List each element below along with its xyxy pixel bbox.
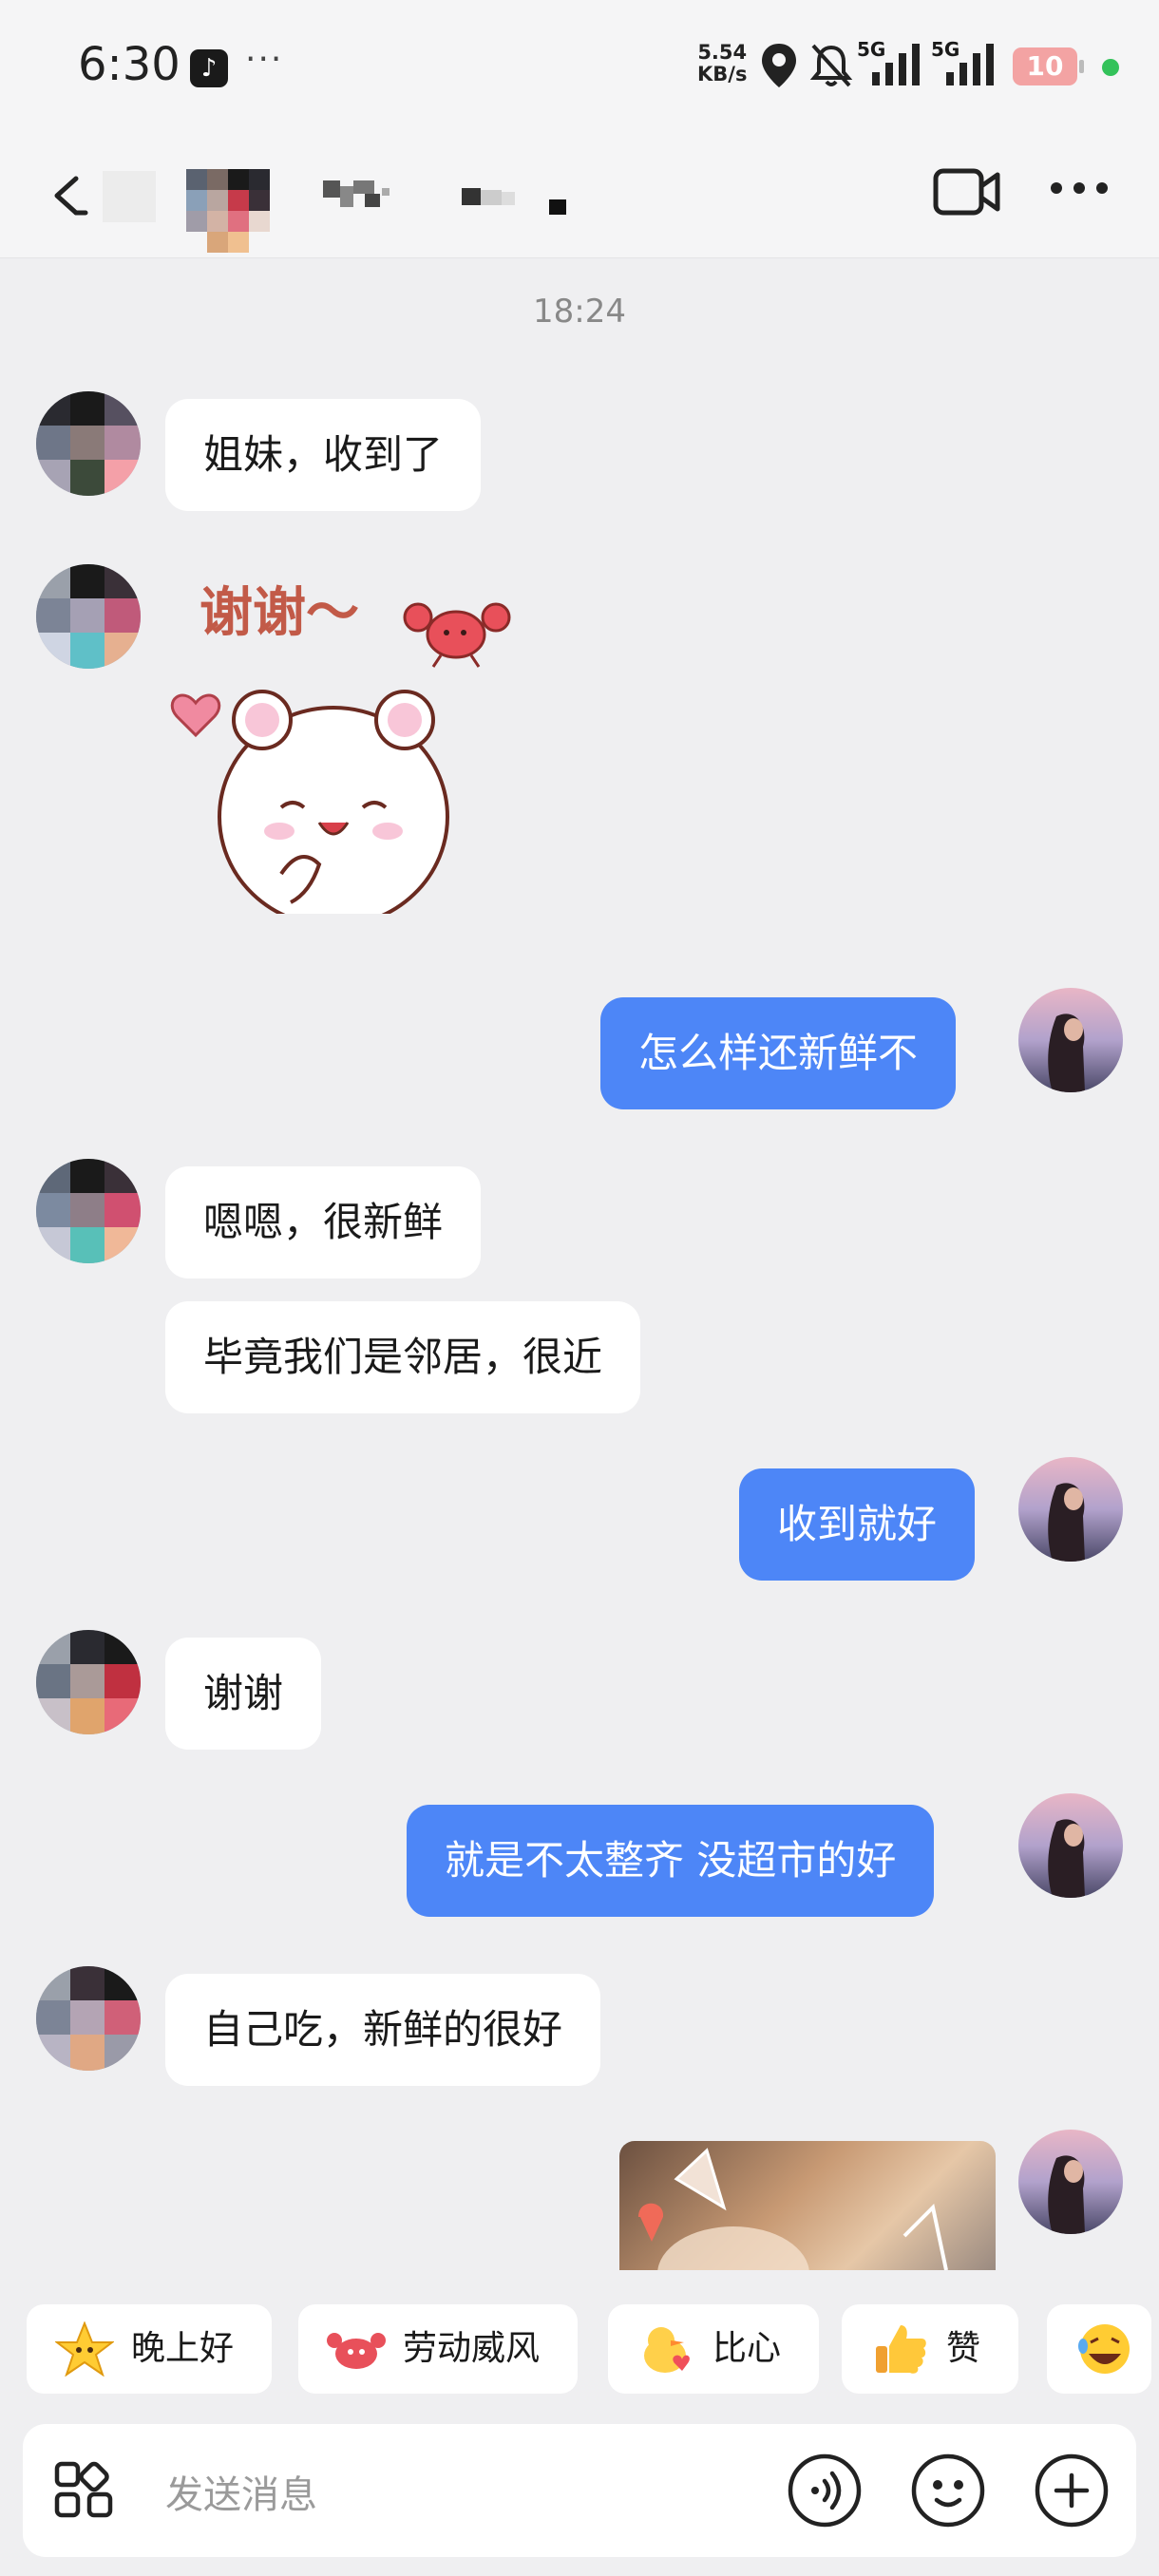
- message-input[interactable]: 发送消息: [165, 2464, 317, 2519]
- battery-level: 10: [1026, 50, 1064, 82]
- bell-muted-icon: [809, 44, 853, 87]
- more-icon[interactable]: [1049, 177, 1110, 199]
- signal-icon: [946, 44, 994, 85]
- duck-emoji-icon: [644, 2327, 690, 2373]
- my-avatar[interactable]: [1018, 2130, 1123, 2234]
- net-speed-value: 5.54: [697, 41, 748, 64]
- sender-avatar[interactable]: [36, 391, 141, 496]
- signal-icon: [872, 44, 920, 85]
- back-icon[interactable]: [48, 169, 91, 222]
- apps-icon[interactable]: [51, 2456, 120, 2525]
- sender-avatar[interactable]: [36, 1159, 141, 1263]
- message-bubble-outgoing[interactable]: 收到就好: [739, 1468, 976, 1581]
- bear-sticker-icon: [170, 602, 511, 931]
- quick-reply-label: 比心: [712, 2329, 782, 2368]
- quick-reply-chip[interactable]: 赞: [842, 2304, 1019, 2394]
- sender-avatar[interactable]: [36, 564, 141, 669]
- sticker-message[interactable]: 谢谢～: [167, 560, 557, 931]
- voice-icon[interactable]: [787, 2453, 863, 2529]
- image-message[interactable]: [619, 2141, 996, 2270]
- emoji-icon[interactable]: [910, 2453, 986, 2529]
- quick-reply-chip[interactable]: 比心: [608, 2304, 820, 2394]
- my-avatar[interactable]: [1018, 988, 1123, 1092]
- my-avatar[interactable]: [1018, 1793, 1123, 1898]
- message-list[interactable]: 18:24 姐妹，收到了 谢谢～ 怎么样还新鲜不 嗯嗯，很新鲜 毕竟我们是邻居，…: [0, 258, 1159, 2272]
- laughing-emoji-icon: [1078, 2324, 1130, 2374]
- plus-icon[interactable]: [1034, 2453, 1110, 2529]
- star-emoji-icon: [55, 2321, 114, 2377]
- crab-emoji-icon: [327, 2333, 386, 2369]
- message-timestamp: 18:24: [533, 293, 626, 331]
- sender-avatar[interactable]: [36, 1630, 141, 1734]
- cat-photo-icon: [638, 2148, 948, 2270]
- message-bubble-incoming[interactable]: 嗯嗯，很新鲜: [165, 1166, 482, 1279]
- net-speed: 5.54 KB/s: [697, 42, 747, 85]
- quick-reply-label: 劳动威风: [403, 2329, 541, 2368]
- message-bubble-incoming[interactable]: 谢谢: [165, 1638, 322, 1750]
- tiktok-icon: ♪: [190, 49, 228, 87]
- status-overflow: ···: [245, 40, 284, 79]
- battery-icon: 10: [1013, 47, 1084, 85]
- quick-reply-chip[interactable]: [1047, 2304, 1151, 2394]
- message-bubble-incoming[interactable]: 姐妹，收到了: [165, 399, 482, 511]
- quick-reply-chip[interactable]: 晚上好: [27, 2304, 273, 2394]
- unread-count-blurred: [103, 171, 156, 222]
- chat-header: [0, 133, 1159, 258]
- video-call-icon[interactable]: [933, 165, 1001, 220]
- message-bubble-outgoing[interactable]: 怎么样还新鲜不: [600, 997, 957, 1109]
- privacy-indicator: [1102, 59, 1119, 76]
- sender-avatar[interactable]: [36, 1966, 141, 2071]
- status-time: 6:30: [78, 38, 180, 91]
- thumbs-up-emoji-icon: [876, 2325, 926, 2374]
- message-composer: 发送消息: [23, 2424, 1136, 2557]
- contact-name-blurred: [323, 180, 566, 215]
- status-bar: 6:30 ♪ ··· 5.54 KB/s 5G 5G 10: [0, 0, 1159, 133]
- quick-reply-label: 晚上好: [131, 2329, 235, 2368]
- quick-reply-chip[interactable]: 劳动威风: [298, 2304, 579, 2394]
- my-avatar[interactable]: [1018, 1457, 1123, 1562]
- message-bubble-incoming[interactable]: 自己吃，新鲜的很好: [165, 1974, 601, 2086]
- message-bubble-outgoing[interactable]: 就是不太整齐 没超市的好: [407, 1805, 935, 1917]
- message-bubble-incoming[interactable]: 毕竟我们是邻居，很近: [165, 1301, 641, 1413]
- contact-avatar[interactable]: [186, 148, 291, 253]
- quick-reply-label: 赞: [946, 2329, 981, 2368]
- net-speed-unit: KB/s: [697, 63, 748, 85]
- location-icon: [762, 44, 796, 87]
- quick-reply-bar[interactable]: 晚上好 劳动威风 比心 赞: [0, 2289, 1159, 2394]
